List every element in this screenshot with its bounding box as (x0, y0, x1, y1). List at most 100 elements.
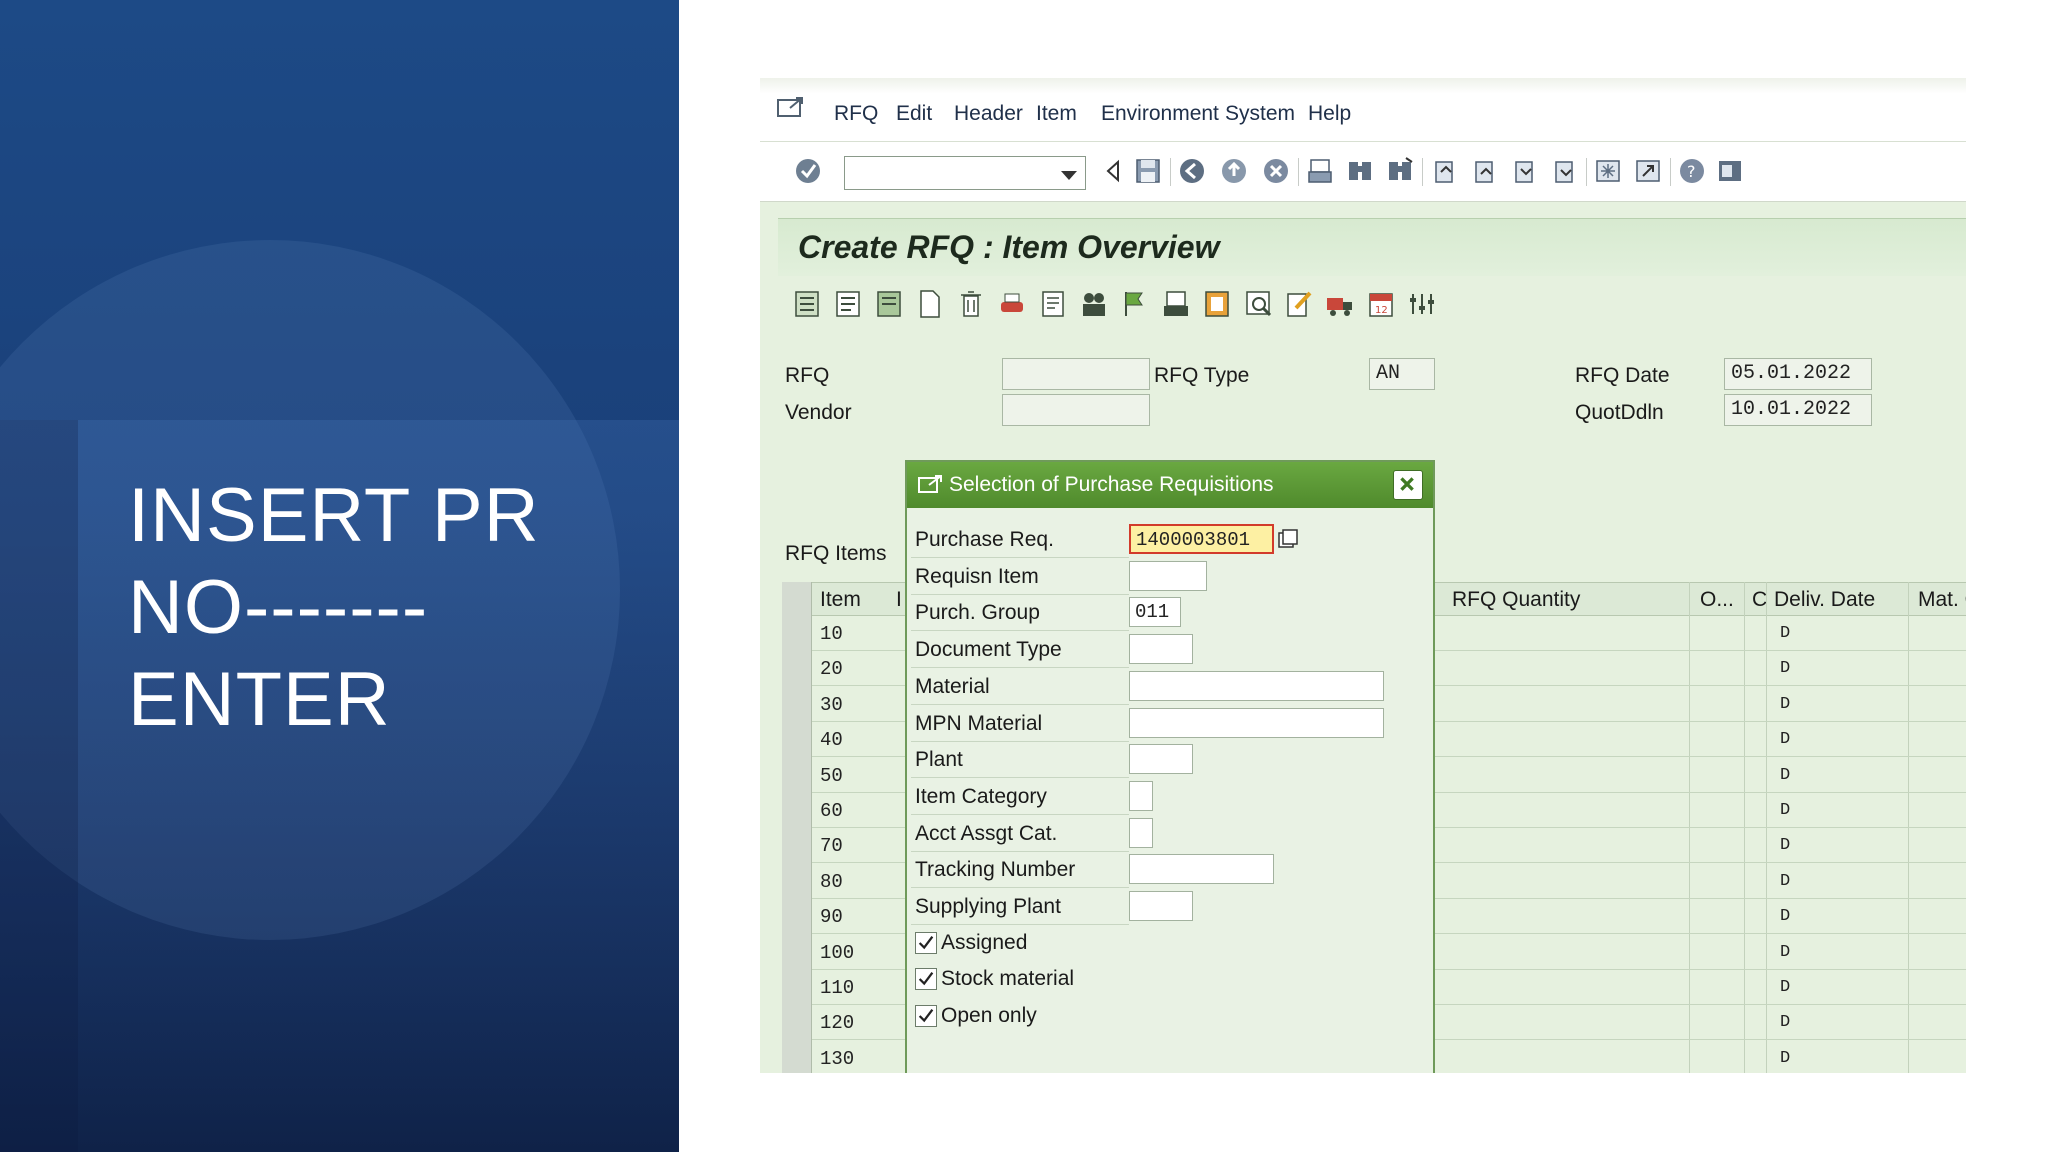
column-header-delivery-date[interactable]: Deliv. Date (1774, 588, 1875, 612)
checkbox-label: Assigned (941, 930, 1028, 954)
plant-input[interactable] (1129, 744, 1193, 775)
item-category-input[interactable] (1129, 780, 1153, 811)
save-icon[interactable] (1134, 156, 1162, 186)
row-selector-column[interactable] (782, 582, 812, 1073)
supplying-plant-input[interactable] (1129, 891, 1193, 921)
column-header-c[interactable]: C (1752, 588, 1767, 612)
command-field[interactable] (844, 156, 1086, 190)
last-page-icon[interactable] (1550, 156, 1578, 186)
previous-page-icon[interactable] (1470, 156, 1498, 186)
slide-title-line: INSERT PR (128, 473, 540, 558)
customize-layout-icon[interactable] (1716, 156, 1744, 186)
cancel-icon[interactable] (1262, 156, 1290, 186)
rfq-label: RFQ (785, 364, 830, 387)
flag-icon[interactable] (1120, 288, 1150, 320)
supplying-plant-label: Supplying Plant (915, 895, 1061, 918)
window-menu-icon[interactable] (776, 96, 804, 120)
mpn-material-label: MPN Material (915, 711, 1043, 735)
menu-header[interactable]: Header (954, 102, 1023, 126)
first-page-icon[interactable] (1430, 156, 1458, 186)
edit-icon[interactable] (1284, 288, 1314, 320)
item-category-label: Item Category (915, 784, 1047, 808)
date-category: D (1780, 836, 1791, 856)
menu-help[interactable]: Help (1308, 102, 1351, 126)
date-category: D (1780, 1048, 1791, 1068)
rfq-field[interactable] (1002, 358, 1150, 390)
field-separator (911, 777, 1129, 779)
field-separator (911, 924, 1129, 925)
title-bar: Create RFQ : Item Overview (778, 218, 1966, 276)
new-session-icon[interactable] (1594, 156, 1622, 186)
column-header-item[interactable]: Item (820, 588, 861, 612)
print-icon[interactable] (1306, 156, 1334, 186)
document-type-input[interactable] (1129, 634, 1193, 665)
rfq-date-field[interactable]: 05.01.2022 (1724, 358, 1872, 390)
checkmark-icon (918, 1009, 934, 1023)
shortcut-icon[interactable] (1634, 156, 1662, 186)
document-type-label: Document Type (915, 638, 1062, 662)
close-button[interactable] (1393, 470, 1423, 500)
value-help-icon[interactable] (1277, 528, 1299, 552)
menu-edit[interactable]: Edit (896, 102, 932, 126)
header-conditions-icon[interactable] (874, 288, 904, 320)
menu-system[interactable]: System (1225, 102, 1295, 126)
find-icon[interactable] (1346, 156, 1374, 186)
menu-item[interactable]: Item (1036, 102, 1077, 126)
back-icon[interactable] (1178, 156, 1206, 186)
field-separator (911, 887, 1129, 889)
checkbox-stock-material[interactable] (915, 968, 937, 991)
find-next-icon[interactable] (1386, 156, 1414, 186)
checkbox-assigned[interactable] (915, 931, 937, 954)
rfq-type-field[interactable]: AN (1369, 358, 1435, 390)
output-icon[interactable] (1161, 288, 1191, 320)
material-input[interactable] (1129, 670, 1384, 701)
item-number: 110 (820, 977, 855, 999)
text-overview-icon[interactable] (1038, 288, 1068, 320)
next-page-icon[interactable] (1510, 156, 1538, 186)
field-separator (911, 557, 1129, 558)
print-preview-icon[interactable] (997, 288, 1027, 320)
vendor-icon[interactable] (1079, 288, 1109, 320)
delivery-truck-icon[interactable] (1325, 288, 1355, 320)
menu-rfq[interactable]: RFQ (834, 102, 878, 126)
slide-panel: INSERT PR NO------- ENTER (0, 0, 679, 1152)
requisn-item-input[interactable] (1129, 560, 1207, 591)
vendor-field[interactable] (1002, 394, 1150, 426)
window-icon (918, 475, 942, 493)
slide-title: INSERT PR NO------- ENTER (128, 470, 648, 746)
column-header-i[interactable]: I (896, 588, 902, 612)
acct-assgt-cat-input[interactable] (1129, 817, 1153, 848)
display-detail-icon[interactable] (1243, 288, 1273, 320)
checkbox-open-only[interactable] (915, 1005, 937, 1028)
date-category: D (1780, 624, 1791, 643)
back-arrow-icon[interactable] (1100, 156, 1128, 186)
column-header-rfq-quantity[interactable]: RFQ Quantity (1452, 588, 1580, 612)
item-number: 100 (820, 941, 855, 964)
header-overview-icon[interactable] (792, 288, 822, 320)
calendar-icon[interactable]: 12 (1366, 288, 1396, 320)
toolbar-separator (1670, 158, 1671, 186)
document-flow-icon[interactable] (1202, 288, 1232, 320)
selection-dialog: Selection of Purchase Requisitions Purch… (905, 460, 1435, 1073)
help-icon[interactable]: ? (1678, 156, 1706, 186)
purchase-req-input[interactable]: 1400003801 (1129, 524, 1274, 554)
quotation-deadline-field[interactable]: 10.01.2022 (1724, 394, 1872, 426)
item-number: 80 (820, 870, 843, 893)
item-number: 120 (820, 1012, 855, 1035)
delete-icon[interactable] (956, 288, 986, 320)
mpn-material-input[interactable] (1129, 707, 1384, 738)
settings-icon[interactable] (1407, 288, 1437, 320)
column-header-order-unit[interactable]: O... (1700, 588, 1734, 612)
tracking-number-label: Tracking Number (915, 858, 1076, 882)
tracking-number-input[interactable] (1129, 854, 1274, 885)
checkbox-label: Open only (941, 1004, 1037, 1028)
purch-group-input[interactable]: 011 (1129, 597, 1181, 628)
menu-environment[interactable]: Environment (1101, 102, 1219, 126)
requisn-item-label: Requisn Item (915, 564, 1039, 588)
header-details-icon[interactable] (833, 288, 863, 320)
enter-check-icon[interactable] (794, 156, 822, 186)
column-header-material-group[interactable]: Mat. G (1918, 588, 1966, 612)
chevron-down-icon[interactable] (1061, 171, 1077, 180)
new-document-icon[interactable] (915, 288, 945, 320)
exit-icon[interactable] (1220, 156, 1248, 186)
